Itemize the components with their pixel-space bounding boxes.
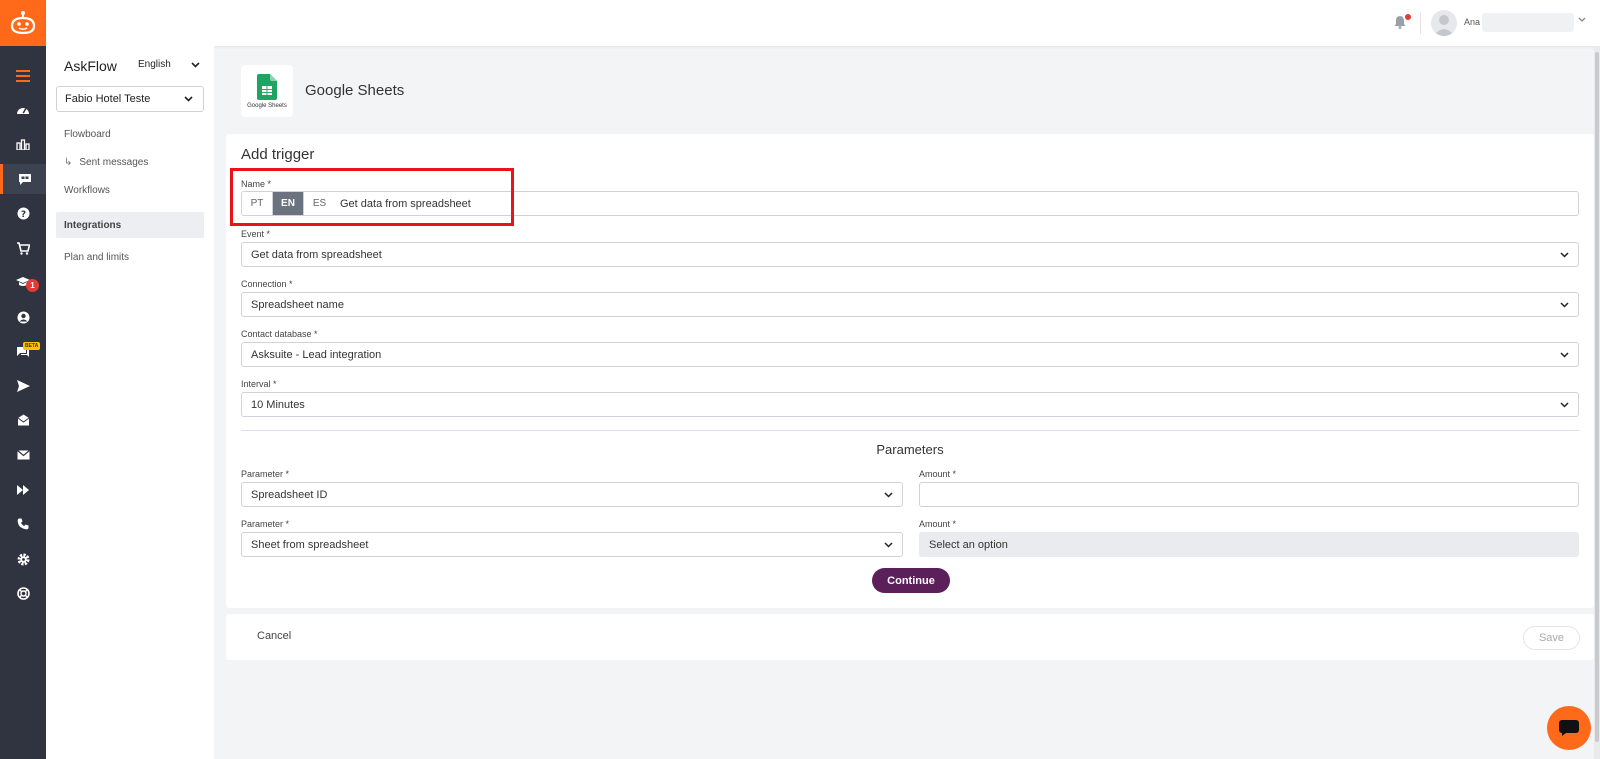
parameter-select-value: Spreadsheet ID: [251, 488, 328, 501]
nav-item-label: Integrations: [64, 219, 122, 231]
chat-flow-icon[interactable]: [0, 164, 46, 194]
amount-label: Amount *: [919, 469, 957, 479]
inbox-icon[interactable]: [0, 405, 46, 435]
user-name[interactable]: Ana: [1464, 17, 1480, 27]
product-name: AskFlow: [64, 58, 117, 74]
help-circle-icon[interactable]: ?: [0, 198, 46, 228]
chevron-down-icon: [184, 96, 193, 102]
chevron-down-icon: [884, 541, 893, 548]
beta-badge: BETA: [23, 342, 41, 350]
chevron-down-icon: [884, 491, 893, 498]
chat-beta-icon[interactable]: BETA: [0, 336, 46, 366]
logo-caption: Google Sheets: [247, 102, 287, 109]
cancel-button[interactable]: Cancel: [257, 630, 291, 642]
section-divider: [241, 430, 1579, 431]
send-icon[interactable]: [0, 371, 46, 401]
amount-input[interactable]: [919, 482, 1579, 507]
hamburger-menu-icon[interactable]: [0, 61, 46, 91]
subitem-arrow-icon: ↳: [64, 156, 73, 168]
google-sheets-logo: Google Sheets: [241, 65, 293, 117]
parameters-title: Parameters: [876, 442, 944, 457]
dashboard-icon[interactable]: [0, 95, 46, 125]
secondary-sidebar: AskFlow English Fabio Hotel Teste Flowbo…: [46, 46, 214, 759]
contact-database-select[interactable]: Asksuite - Lead integration: [241, 342, 1579, 367]
language-select-value: English: [138, 59, 171, 70]
language-select[interactable]: English: [138, 59, 200, 70]
fast-forward-icon[interactable]: [0, 475, 46, 505]
user-name-redacted: [1482, 13, 1574, 32]
user-circle-icon[interactable]: [0, 302, 46, 332]
icon-rail: ? 1 BETA: [0, 0, 46, 759]
nav-item-sent-messages[interactable]: ↳ Sent messages: [56, 150, 204, 174]
phone-icon[interactable]: [0, 509, 46, 539]
notification-dot: [1405, 14, 1411, 20]
cart-icon[interactable]: [0, 233, 46, 263]
connection-select-value: Spreadsheet name: [251, 298, 344, 311]
graduation-cap-icon[interactable]: 1: [0, 267, 46, 297]
hotel-select[interactable]: Fabio Hotel Teste: [56, 86, 204, 112]
divider: [1420, 12, 1421, 34]
interval-select[interactable]: 10 Minutes: [241, 392, 1579, 417]
mail-icon[interactable]: [0, 440, 46, 470]
contact-database-label: Contact database *: [241, 329, 318, 339]
user-avatar-icon: [1434, 15, 1454, 36]
lifebuoy-icon[interactable]: [0, 578, 46, 608]
nav-item-label: Plan and limits: [64, 251, 130, 263]
robot-logo-icon: [10, 11, 36, 35]
parameter-select-value: Sheet from spreadsheet: [251, 538, 369, 551]
chevron-down-icon: [191, 61, 200, 68]
contact-database-select-value: Asksuite - Lead integration: [251, 348, 382, 361]
google-sheets-icon: [257, 73, 277, 100]
chevron-down-icon: [1560, 401, 1569, 408]
continue-button[interactable]: Continue: [872, 568, 950, 593]
nav-item-flowboard[interactable]: Flowboard: [56, 122, 204, 146]
event-select-value: Get data from spreadsheet: [251, 248, 382, 261]
integration-title: Google Sheets: [305, 82, 405, 99]
notification-count-badge: 1: [26, 279, 39, 292]
avatar[interactable]: [1431, 10, 1457, 36]
chevron-down-icon[interactable]: [1578, 17, 1586, 23]
top-bar: Ana: [46, 0, 1600, 46]
nav-item-integrations[interactable]: Integrations: [56, 212, 204, 238]
amount-placeholder: Select an option: [929, 538, 1008, 551]
svg-text:?: ?: [20, 209, 25, 219]
nav-item-label: Flowboard: [64, 128, 111, 140]
bar-chart-icon[interactable]: [0, 129, 46, 159]
chevron-down-icon: [1560, 351, 1569, 358]
chat-bubble-icon: [1559, 720, 1579, 736]
parameter-label: Parameter *: [241, 469, 290, 479]
hotel-select-value: Fabio Hotel Teste: [65, 93, 151, 105]
event-label: Event *: [241, 229, 271, 239]
name-input[interactable]: Get data from spreadsheet: [332, 191, 1579, 216]
highlight-box: [230, 168, 514, 226]
chat-launcher-button[interactable]: [1547, 706, 1591, 750]
nav-item-label: Workflows: [64, 184, 110, 196]
save-button[interactable]: Save: [1523, 626, 1580, 650]
chevron-down-icon: [1560, 251, 1569, 258]
nav-item-workflows[interactable]: Workflows: [56, 178, 204, 202]
event-select[interactable]: Get data from spreadsheet: [241, 242, 1579, 267]
add-trigger-card: Add trigger Name * PT EN ES Get data fro…: [226, 134, 1594, 608]
parameter-select[interactable]: Spreadsheet ID: [241, 482, 903, 507]
connection-label: Connection *: [241, 279, 293, 289]
gear-icon[interactable]: [0, 544, 46, 574]
interval-select-value: 10 Minutes: [251, 398, 305, 411]
parameter-label: Parameter *: [241, 519, 290, 529]
chevron-down-icon: [1560, 301, 1569, 308]
parameter-select[interactable]: Sheet from spreadsheet: [241, 532, 903, 557]
interval-label: Interval *: [241, 379, 277, 389]
app-logo[interactable]: [0, 0, 46, 46]
nav-item-label: Sent messages: [79, 156, 149, 168]
card-title: Add trigger: [241, 146, 315, 163]
amount-label: Amount *: [919, 519, 957, 529]
footer-actions: Cancel Save: [226, 614, 1594, 660]
nav-item-plan-and-limits[interactable]: Plan and limits: [56, 245, 204, 269]
amount-select-disabled: Select an option: [919, 532, 1579, 557]
scrollbar-thumb[interactable]: [1595, 52, 1599, 742]
connection-select[interactable]: Spreadsheet name: [241, 292, 1579, 317]
